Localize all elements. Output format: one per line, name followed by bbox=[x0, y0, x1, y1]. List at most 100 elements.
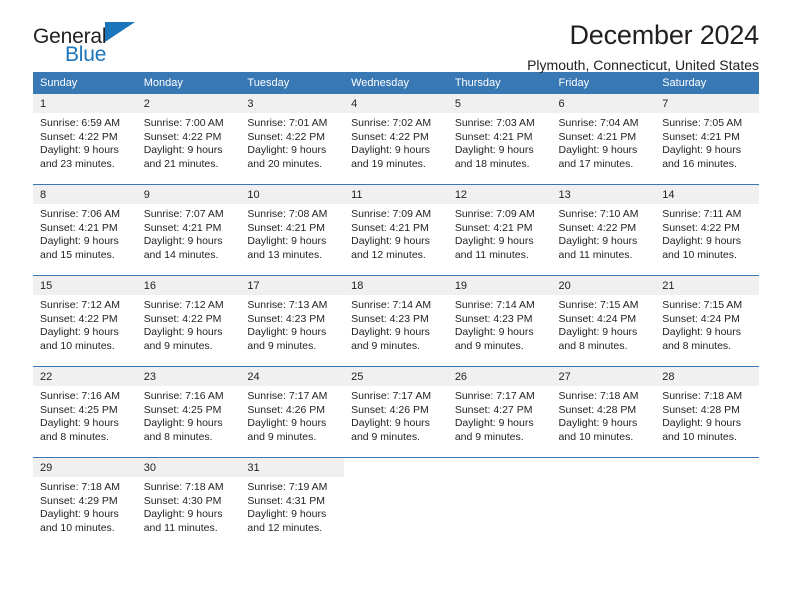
calendar-day-cell[interactable]: 7 Sunrise: 7:05 AM Sunset: 4:21 PM Daylight… bbox=[655, 94, 759, 185]
daylight-text-line1: Daylight: 9 hours bbox=[40, 508, 119, 520]
sunrise-text: Sunrise: 7:04 AM bbox=[558, 117, 639, 129]
daylight-text-line2: and 21 minutes. bbox=[143, 157, 219, 170]
day-cell-content: 25 Sunrise: 7:17 AM Sunset: 4:26 PM Dayligh… bbox=[344, 367, 448, 457]
day-cell-content: 3 Sunrise: 7:01 AM Sunset: 4:22 PM Daylight… bbox=[240, 94, 345, 184]
sunset-text: Sunset: 4:21 PM bbox=[40, 221, 118, 234]
calendar-day-cell[interactable]: 21 Sunrise: 7:15 AM Sunset: 4:24 PM Dayligh… bbox=[655, 275, 759, 367]
day-number: 9 bbox=[136, 185, 241, 204]
day-cell-content: 28 Sunrise: 7:18 AM Sunset: 4:28 PM Dayligh… bbox=[655, 367, 759, 457]
calendar-day-cell[interactable]: 4 Sunrise: 7:02 AM Sunset: 4:22 PM Daylight… bbox=[344, 94, 448, 185]
day-details: Sunrise: 7:00 AM Sunset: 4:22 PM Daylight:… bbox=[137, 113, 241, 171]
sunset-text: Sunset: 4:28 PM bbox=[558, 403, 637, 416]
calendar-day-cell[interactable]: 31 Sunrise: 7:19 AM Sunset: 4:31 PM Dayligh… bbox=[240, 457, 345, 548]
daylight-text-line1: Daylight: 9 hours bbox=[662, 144, 742, 156]
day-cell-content: 2 Sunrise: 7:00 AM Sunset: 4:22 PM Daylight… bbox=[136, 94, 241, 184]
daylight-text-line2: and 10 minutes. bbox=[40, 521, 115, 534]
sunset-text: Sunset: 4:23 PM bbox=[454, 312, 533, 325]
daylight-text-line1: Daylight: 9 hours bbox=[662, 326, 742, 338]
calendar-day-cell[interactable]: 18 Sunrise: 7:14 AM Sunset: 4:23 PM Dayligh… bbox=[344, 275, 448, 367]
calendar-day-cell[interactable]: 2 Sunrise: 7:00 AM Sunset: 4:22 PM Daylight… bbox=[136, 94, 241, 185]
day-number: 16 bbox=[136, 276, 241, 295]
day-details: Sunrise: 7:09 AM Sunset: 4:21 PM Daylight:… bbox=[448, 204, 552, 262]
day-number: 24 bbox=[240, 367, 345, 386]
sunset-text: Sunset: 4:22 PM bbox=[247, 130, 326, 143]
calendar-day-cell[interactable]: 13 Sunrise: 7:10 AM Sunset: 4:22 PM Dayligh… bbox=[551, 184, 656, 276]
day-details: Sunrise: 7:17 AM Sunset: 4:26 PM Daylight:… bbox=[344, 386, 448, 444]
daylight-text-line1: Daylight: 9 hours bbox=[558, 235, 638, 247]
day-cell-content: 26 Sunrise: 7:17 AM Sunset: 4:27 PM Dayligh… bbox=[447, 367, 552, 457]
day-details: Sunrise: 7:18 AM Sunset: 4:29 PM Daylight:… bbox=[33, 477, 137, 535]
calendar-day-cell[interactable]: 22 Sunrise: 7:16 AM Sunset: 4:25 PM Dayligh… bbox=[33, 366, 137, 458]
calendar-day-cell[interactable]: 17 Sunrise: 7:13 AM Sunset: 4:23 PM Dayligh… bbox=[240, 275, 345, 367]
calendar-day-cell[interactable]: 30 Sunrise: 7:18 AM Sunset: 4:30 PM Dayligh… bbox=[136, 457, 241, 548]
calendar-day-cell[interactable]: 24 Sunrise: 7:17 AM Sunset: 4:26 PM Dayligh… bbox=[240, 366, 345, 458]
daylight-text-line2: and 9 minutes. bbox=[454, 430, 524, 443]
sunrise-text: Sunrise: 7:15 AM bbox=[662, 299, 743, 311]
daylight-text-line2: and 8 minutes. bbox=[558, 339, 628, 352]
day-details: Sunrise: 7:18 AM Sunset: 4:28 PM Daylight:… bbox=[655, 386, 759, 444]
sunrise-text: Sunrise: 7:18 AM bbox=[143, 481, 224, 493]
calendar-day-cell[interactable]: 27 Sunrise: 7:18 AM Sunset: 4:28 PM Dayligh… bbox=[551, 366, 656, 458]
day-number: 5 bbox=[447, 94, 552, 113]
daylight-text-line2: and 19 minutes. bbox=[351, 157, 426, 170]
calendar-day-cell[interactable]: 23 Sunrise: 7:16 AM Sunset: 4:25 PM Dayligh… bbox=[136, 366, 241, 458]
calendar-cell-empty bbox=[551, 457, 656, 548]
daylight-text-line2: and 9 minutes. bbox=[247, 430, 317, 443]
daylight-text-line1: Daylight: 9 hours bbox=[662, 235, 742, 247]
day-details: Sunrise: 7:15 AM Sunset: 4:24 PM Daylight:… bbox=[552, 295, 656, 353]
day-details: Sunrise: 7:18 AM Sunset: 4:30 PM Daylight:… bbox=[137, 477, 241, 535]
calendar-day-cell[interactable]: 6 Sunrise: 7:04 AM Sunset: 4:21 PM Daylight… bbox=[551, 94, 656, 185]
daylight-text-line1: Daylight: 9 hours bbox=[247, 326, 327, 338]
day-number: 25 bbox=[344, 367, 448, 386]
sunrise-text: Sunrise: 7:01 AM bbox=[247, 117, 328, 129]
sunset-text: Sunset: 4:29 PM bbox=[40, 494, 118, 507]
sunset-text: Sunset: 4:30 PM bbox=[143, 494, 222, 507]
sunrise-text: Sunrise: 7:18 AM bbox=[40, 481, 120, 493]
day-number: 29 bbox=[33, 458, 137, 477]
calendar-day-cell[interactable]: 1 Sunrise: 6:59 AM Sunset: 4:22 PM Daylight… bbox=[33, 94, 137, 185]
daylight-text-line2: and 15 minutes. bbox=[40, 248, 115, 261]
calendar-day-cell[interactable]: 16 Sunrise: 7:12 AM Sunset: 4:22 PM Dayligh… bbox=[136, 275, 241, 367]
day-details: Sunrise: 7:12 AM Sunset: 4:22 PM Daylight:… bbox=[137, 295, 241, 353]
calendar-day-cell[interactable]: 3 Sunrise: 7:01 AM Sunset: 4:22 PM Daylight… bbox=[240, 94, 345, 185]
calendar-day-cell[interactable]: 29 Sunrise: 7:18 AM Sunset: 4:29 PM Dayligh… bbox=[33, 457, 137, 548]
calendar-day-cell[interactable]: 20 Sunrise: 7:15 AM Sunset: 4:24 PM Dayligh… bbox=[551, 275, 656, 367]
sunrise-text: Sunrise: 7:14 AM bbox=[351, 299, 432, 311]
day-cell-content: 9 Sunrise: 7:07 AM Sunset: 4:21 PM Daylight… bbox=[136, 185, 241, 275]
day-number: 17 bbox=[240, 276, 345, 295]
calendar-day-cell[interactable]: 10 Sunrise: 7:08 AM Sunset: 4:21 PM Dayligh… bbox=[240, 184, 345, 276]
daylight-text-line2: and 11 minutes. bbox=[454, 248, 529, 261]
calendar-day-cell[interactable]: 19 Sunrise: 7:14 AM Sunset: 4:23 PM Dayligh… bbox=[447, 275, 552, 367]
calendar-day-cell[interactable]: 12 Sunrise: 7:09 AM Sunset: 4:21 PM Dayligh… bbox=[447, 184, 552, 276]
calendar-day-cell[interactable]: 26 Sunrise: 7:17 AM Sunset: 4:27 PM Dayligh… bbox=[447, 366, 552, 458]
day-cell-content: 24 Sunrise: 7:17 AM Sunset: 4:26 PM Dayligh… bbox=[240, 367, 345, 457]
day-details: Sunrise: 7:07 AM Sunset: 4:21 PM Daylight:… bbox=[137, 204, 241, 262]
calendar-body: 1 Sunrise: 6:59 AM Sunset: 4:22 PM Daylight… bbox=[33, 94, 759, 548]
sunset-text: Sunset: 4:23 PM bbox=[247, 312, 326, 325]
day-number: 12 bbox=[447, 185, 552, 204]
sunset-text: Sunset: 4:22 PM bbox=[351, 130, 429, 143]
calendar-day-cell[interactable]: 25 Sunrise: 7:17 AM Sunset: 4:26 PM Dayligh… bbox=[344, 366, 448, 458]
daylight-text-line1: Daylight: 9 hours bbox=[351, 417, 430, 429]
calendar-day-cell[interactable]: 9 Sunrise: 7:07 AM Sunset: 4:21 PM Daylight… bbox=[136, 184, 241, 276]
calendar-day-cell[interactable]: 28 Sunrise: 7:18 AM Sunset: 4:28 PM Dayligh… bbox=[655, 366, 759, 458]
day-cell-content: 14 Sunrise: 7:11 AM Sunset: 4:22 PM Dayligh… bbox=[655, 185, 759, 275]
day-number: 18 bbox=[344, 276, 448, 295]
general-blue-logo[interactable]: General Blue bbox=[33, 22, 163, 68]
sunrise-text: Sunrise: 7:17 AM bbox=[454, 390, 535, 402]
daylight-text-line1: Daylight: 9 hours bbox=[40, 417, 119, 429]
daylight-text-line2: and 11 minutes. bbox=[143, 521, 218, 534]
sunset-text: Sunset: 4:24 PM bbox=[662, 312, 740, 325]
daylight-text-line1: Daylight: 9 hours bbox=[247, 417, 327, 429]
daylight-text-line1: Daylight: 9 hours bbox=[143, 235, 223, 247]
day-number: 8 bbox=[33, 185, 137, 204]
daylight-text-line1: Daylight: 9 hours bbox=[143, 144, 223, 156]
calendar-day-cell[interactable]: 5 Sunrise: 7:03 AM Sunset: 4:21 PM Daylight… bbox=[447, 94, 552, 185]
calendar-day-cell[interactable]: 14 Sunrise: 7:11 AM Sunset: 4:22 PM Dayligh… bbox=[655, 184, 759, 276]
calendar-day-cell[interactable]: 11 Sunrise: 7:09 AM Sunset: 4:21 PM Dayligh… bbox=[344, 184, 448, 276]
daylight-text-line1: Daylight: 9 hours bbox=[351, 326, 430, 338]
calendar-day-cell[interactable]: 8 Sunrise: 7:06 AM Sunset: 4:21 PM Daylight… bbox=[33, 184, 137, 276]
calendar-day-cell[interactable]: 15 Sunrise: 7:12 AM Sunset: 4:22 PM Dayligh… bbox=[33, 275, 137, 367]
day-number: 15 bbox=[33, 276, 137, 295]
day-cell-content: 16 Sunrise: 7:12 AM Sunset: 4:22 PM Dayligh… bbox=[136, 276, 241, 366]
